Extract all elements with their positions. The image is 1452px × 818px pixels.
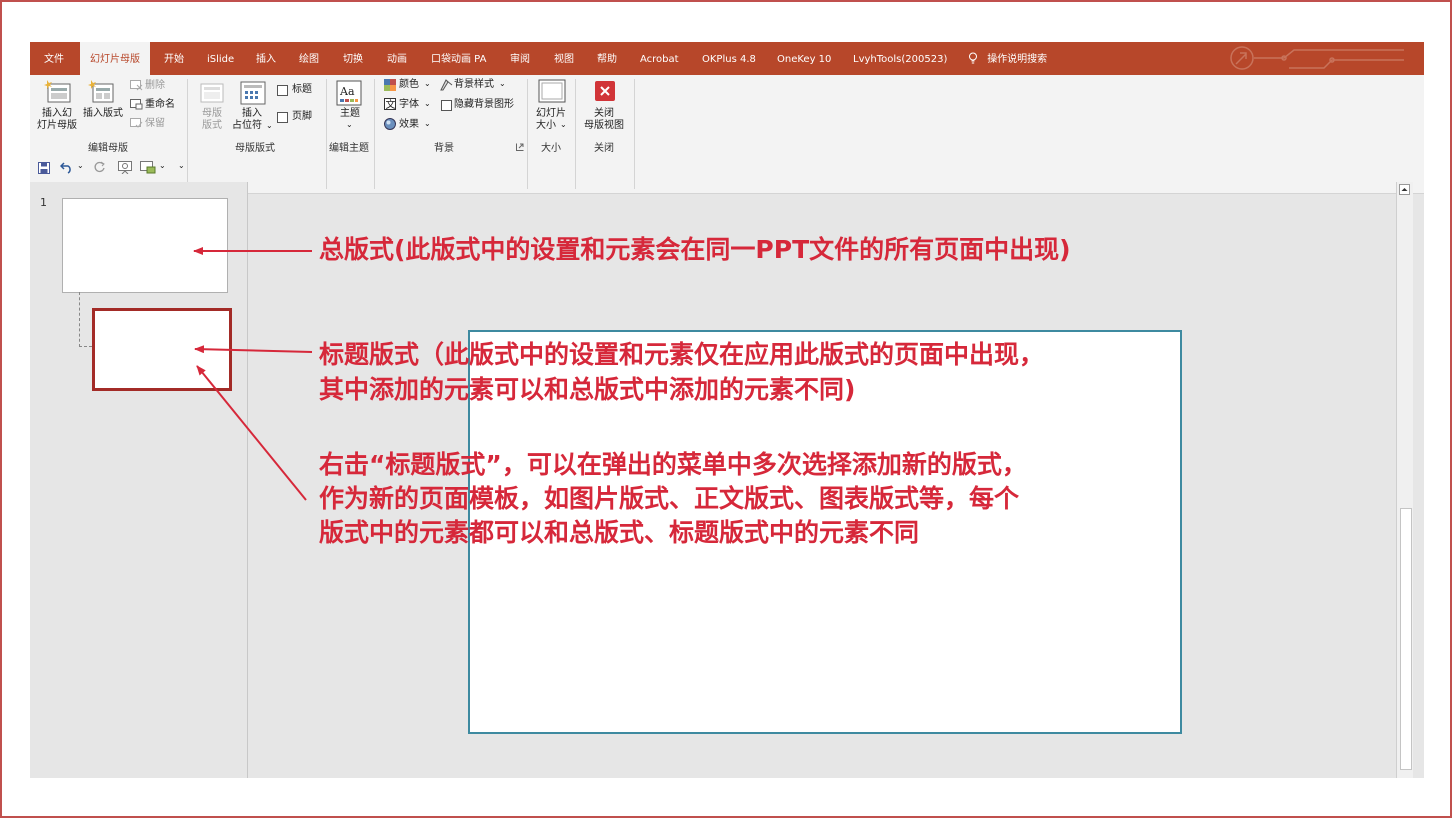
annotation-right-click-1: 右击“标题版式”，可以在弹出的菜单中多次选择添加新的版式， (319, 450, 1027, 479)
arrow-to-title-layout (194, 345, 313, 354)
arrow-right-click (196, 365, 307, 501)
annotation-master: 总版式(此版式中的设置和元素会在同一PPT文件的所有页面中出现) (319, 235, 1071, 264)
annotation-title-layout-2: 其中添加的元素可以和总版式中添加的元素不同) (319, 375, 856, 404)
annotation-right-click-3: 版式中的元素都可以和总版式、标题版式中的元素不同 (319, 518, 920, 547)
annotation-title-layout-1: 标题版式（此版式中的设置和元素仅在应用此版式的页面中出现， (319, 340, 1045, 369)
annotation-right-click-2: 作为新的页面模板，如图片版式、正文版式、图表版式等，每个 (319, 484, 1020, 513)
annotation-arrows (193, 247, 313, 501)
